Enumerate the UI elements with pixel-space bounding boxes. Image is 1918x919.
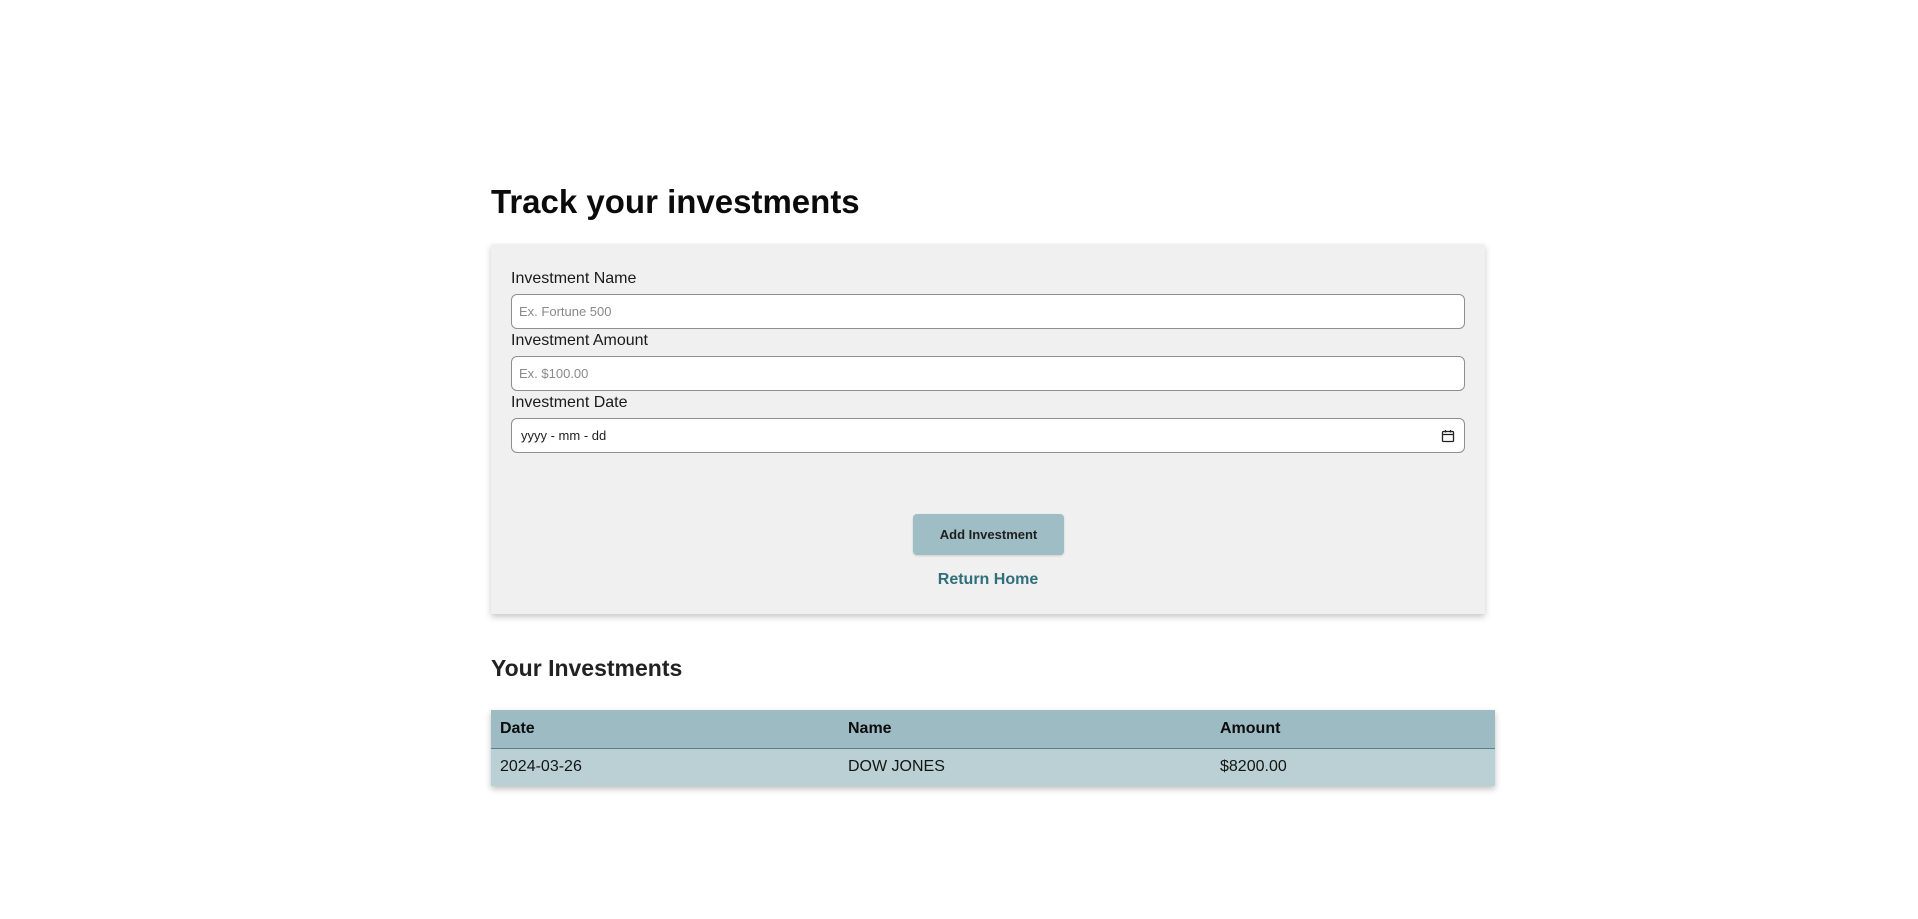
investment-date-label: Investment Date: [511, 394, 628, 411]
investments-table: Date Name Amount 2024-03-26 DOW JONES $8…: [491, 710, 1495, 786]
table-row: 2024-03-26 DOW JONES $8200.00: [491, 748, 1495, 786]
column-header-date: Date: [491, 710, 839, 749]
investment-form: Investment Name Investment Amount Invest…: [491, 244, 1485, 614]
investments-section-title: Your Investments: [491, 655, 683, 681]
return-home-link[interactable]: Return Home: [491, 571, 1485, 589]
date-placeholder: yyyy - mm - dd: [521, 428, 607, 443]
cell-amount: $8200.00: [1220, 758, 1287, 776]
add-investment-button[interactable]: Add Investment: [913, 514, 1064, 555]
cell-name: DOW JONES: [848, 758, 945, 776]
investment-date-input[interactable]: yyyy - mm - dd: [511, 418, 1465, 453]
page-container: Track your investments Investment Name I…: [491, 180, 1495, 786]
investment-amount-label: Investment Amount: [511, 332, 648, 349]
investment-name-input[interactable]: [511, 294, 1465, 329]
table-header-row: Date Name Amount: [491, 710, 1495, 749]
investment-name-label: Investment Name: [511, 270, 637, 287]
calendar-icon[interactable]: [1441, 429, 1455, 443]
page-title: Track your investments: [491, 183, 860, 220]
cell-date: 2024-03-26: [500, 758, 582, 776]
column-header-amount: Amount: [1211, 710, 1495, 749]
column-header-name: Name: [839, 710, 1211, 749]
investment-amount-input[interactable]: [511, 356, 1465, 391]
